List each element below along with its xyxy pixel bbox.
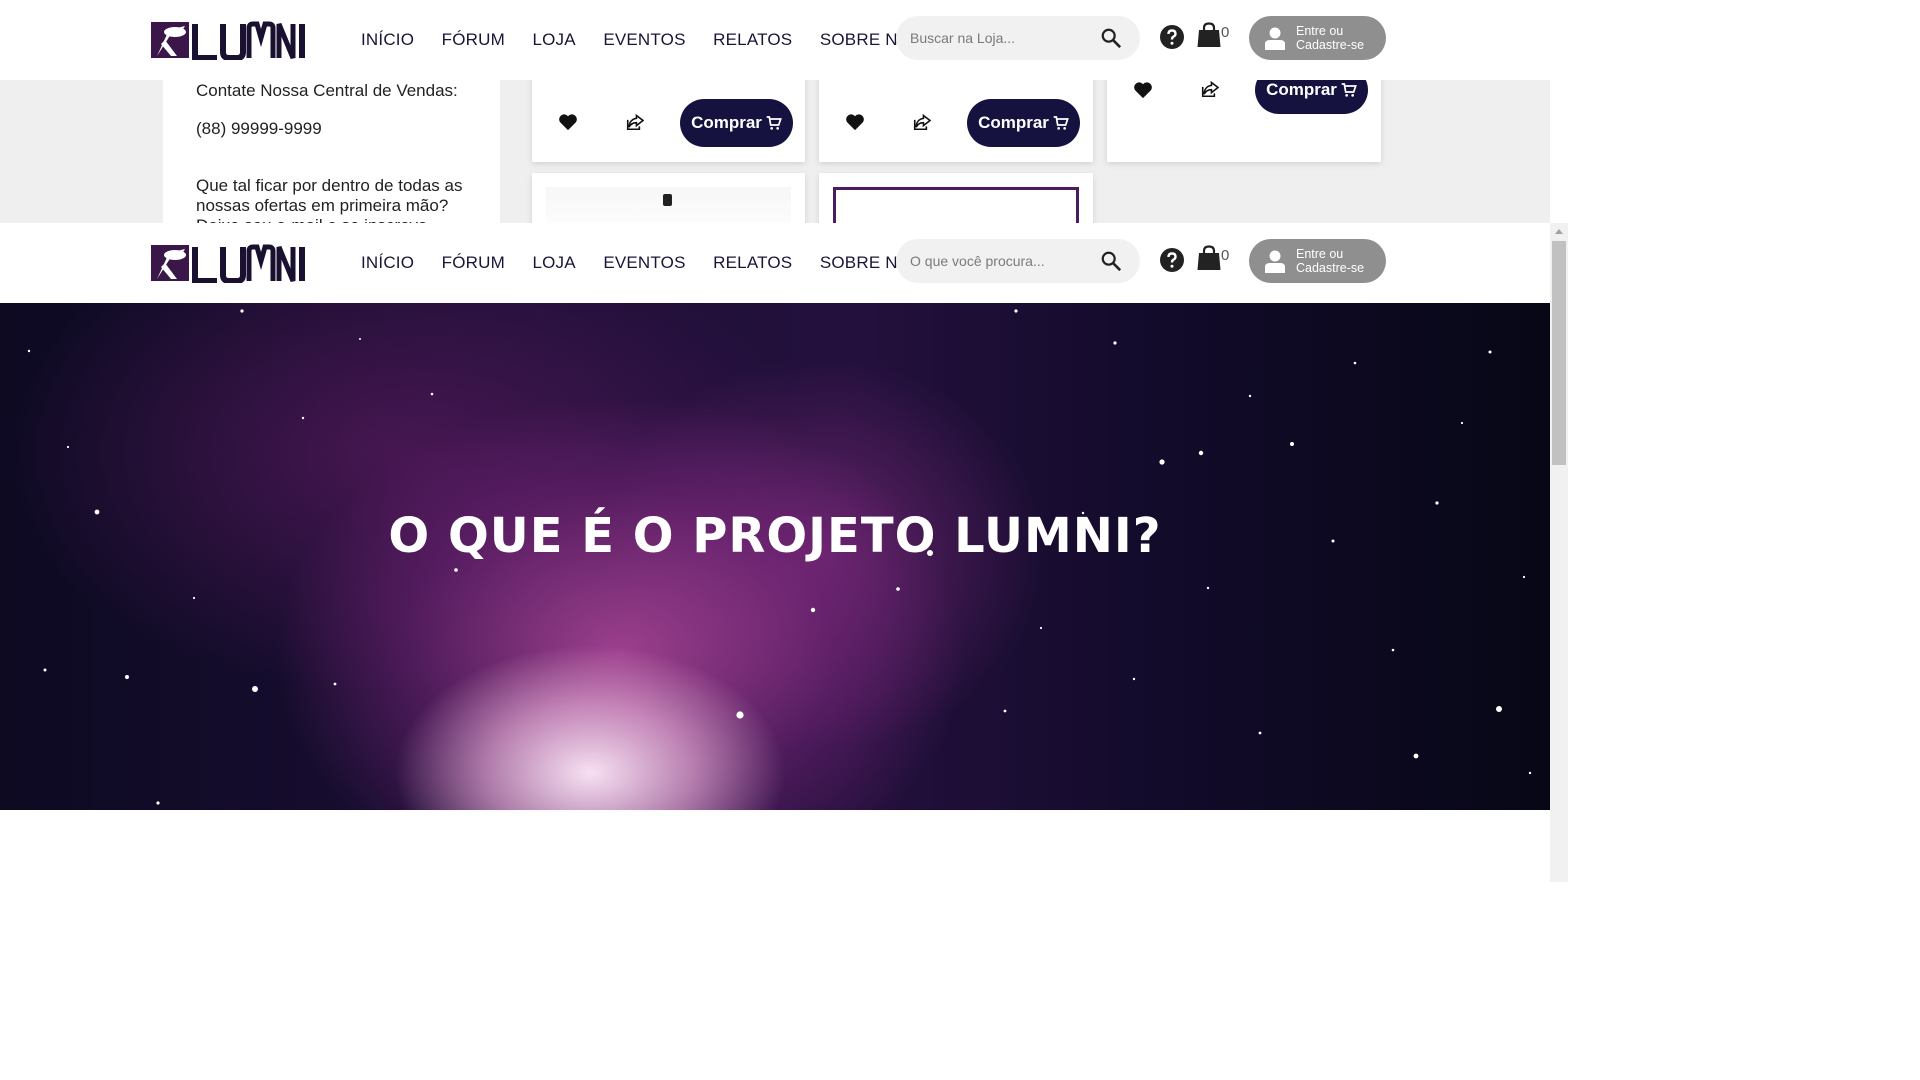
cart-icon <box>1053 116 1069 130</box>
search-input[interactable] <box>910 16 1090 60</box>
product-card <box>819 173 1093 223</box>
buy-button-label: Comprar <box>1266 80 1337 99</box>
cart-icon[interactable] <box>1197 245 1221 271</box>
search-box <box>896 16 1140 60</box>
cart-icon[interactable] <box>1197 22 1221 48</box>
cart-count: 0 <box>1221 247 1230 264</box>
help-icon[interactable] <box>1160 25 1184 49</box>
newsletter-text-3: Deixe seu e-mail e se inscreva. <box>196 215 432 223</box>
heart-icon[interactable] <box>558 113 578 131</box>
search-icon[interactable] <box>1100 250 1122 272</box>
nav-inicio[interactable]: INÍCIO <box>361 251 414 275</box>
search-box <box>896 239 1140 283</box>
heart-icon[interactable] <box>845 113 865 131</box>
nav-loja[interactable]: LOJA <box>532 251 575 275</box>
nav-eventos[interactable]: EVENTOS <box>603 28 685 52</box>
newsletter-text-1: Que tal ficar por dentro de todas as <box>196 176 463 195</box>
login-button[interactable]: Entre ou Cadastre-se <box>1249 239 1386 283</box>
nav-inicio[interactable]: INÍCIO <box>361 28 414 52</box>
cart-icon <box>1341 83 1357 97</box>
heart-icon[interactable] <box>1133 81 1153 99</box>
main-nav: INÍCIO FÓRUM LOJA EVENTOS RELATOS SOBRE … <box>361 28 950 52</box>
main-nav: INÍCIO FÓRUM LOJA EVENTOS RELATOS SOBRE … <box>361 251 950 275</box>
nav-eventos[interactable]: EVENTOS <box>603 251 685 275</box>
product-thumbnail <box>663 194 672 206</box>
scroll-thumb[interactable] <box>1552 241 1566 465</box>
phone-number: (88) 99999-9999 <box>196 119 322 138</box>
page-scrollbar[interactable] <box>1550 223 1568 882</box>
hero-banner: O QUE É O PROJETO LUMNI? <box>0 303 1550 810</box>
buy-button-label: Comprar <box>691 113 762 132</box>
cart-count: 0 <box>1221 24 1230 41</box>
nav-relatos[interactable]: RELATOS <box>713 28 792 52</box>
scrollbar-gap <box>1550 0 1568 223</box>
lumni-logo[interactable] <box>151 20 309 60</box>
product-image <box>546 187 791 223</box>
newsletter-text-2: nossas ofertas em primeira mão? <box>196 196 449 215</box>
search-input[interactable] <box>910 239 1090 283</box>
product-image <box>833 187 1079 223</box>
product-card <box>532 173 805 223</box>
login-button[interactable]: Entre ou Cadastre-se <box>1249 16 1386 60</box>
login-label: Entre ou Cadastre-se <box>1296 247 1365 275</box>
share-icon[interactable] <box>913 114 931 130</box>
site-header: INÍCIO FÓRUM LOJA EVENTOS RELATOS SOBRE … <box>0 223 1550 303</box>
nav-loja[interactable]: LOJA <box>532 28 575 52</box>
share-icon[interactable] <box>1201 81 1219 97</box>
contact-label: Contate Nossa Central de Vendas: <box>196 81 458 100</box>
user-icon <box>1265 27 1285 50</box>
page: Contate Nossa Central de Vendas: (88) 99… <box>0 0 1568 882</box>
buy-button[interactable]: Comprar <box>680 99 793 147</box>
nav-forum[interactable]: FÓRUM <box>442 251 505 275</box>
login-label: Entre ou Cadastre-se <box>1296 24 1365 52</box>
hero-title: O QUE É O PROJETO LUMNI? <box>388 508 1162 564</box>
site-header: INÍCIO FÓRUM LOJA EVENTOS RELATOS SOBRE … <box>0 0 1550 80</box>
scroll-up-arrow-icon[interactable] <box>1555 229 1563 234</box>
search-icon[interactable] <box>1100 27 1122 49</box>
buy-button[interactable]: Comprar <box>967 99 1080 147</box>
share-icon[interactable] <box>626 114 644 130</box>
lumni-logo[interactable] <box>151 243 309 283</box>
user-icon <box>1265 250 1285 273</box>
help-icon[interactable] <box>1160 248 1184 272</box>
nav-relatos[interactable]: RELATOS <box>713 251 792 275</box>
cart-icon <box>766 116 782 130</box>
sales-contact-panel: Contate Nossa Central de Vendas: (88) 99… <box>163 60 500 223</box>
buy-button-label: Comprar <box>978 113 1049 132</box>
nav-forum[interactable]: FÓRUM <box>442 28 505 52</box>
